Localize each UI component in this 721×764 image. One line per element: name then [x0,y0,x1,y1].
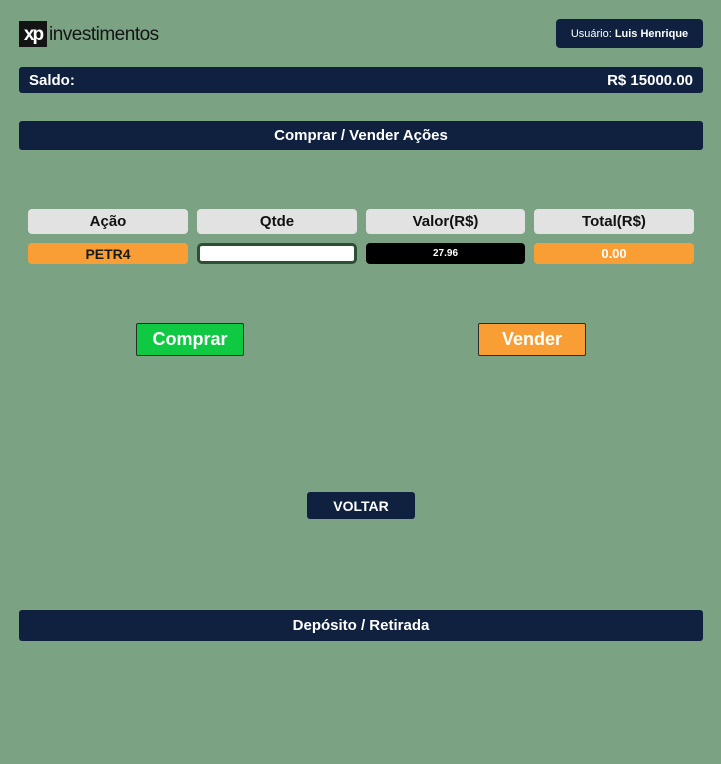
header-total: Total(R$) [534,209,694,234]
trade-section-header[interactable]: Comprar / Vender Ações [19,121,703,150]
user-label: Usuário: [570,27,612,40]
balance-label: Saldo: [29,71,75,89]
stock-price: 27.96 [366,243,525,264]
buy-button[interactable]: Comprar [136,323,244,356]
xp-logo-mark: xp [19,21,47,47]
header-valor: Valor(R$) [366,209,525,234]
balance-bar: Saldo: R$ 15000.00 [19,67,703,93]
deposit-section-title: Depósito / Retirada [292,617,430,634]
xp-logo-text: investimentos [49,23,159,45]
balance-value: R$ 15000.00 [607,71,693,89]
header-qtde: Qtde [197,209,357,234]
sell-button[interactable]: Vender [478,323,586,356]
total-value: 0.00 [534,243,694,264]
stock-ticker: PETR4 [28,243,188,264]
user-name: Luis Henrique [614,27,689,40]
user-badge: Usuário: Luis Henrique [556,19,703,48]
header-acao: Ação [28,209,188,234]
xp-logo: xp investimentos [19,21,159,47]
back-button[interactable]: VOLTAR [307,492,415,519]
deposit-section-header[interactable]: Depósito / Retirada [19,610,703,641]
quantity-input[interactable] [197,243,357,264]
trade-section-title: Comprar / Vender Ações [274,127,448,144]
